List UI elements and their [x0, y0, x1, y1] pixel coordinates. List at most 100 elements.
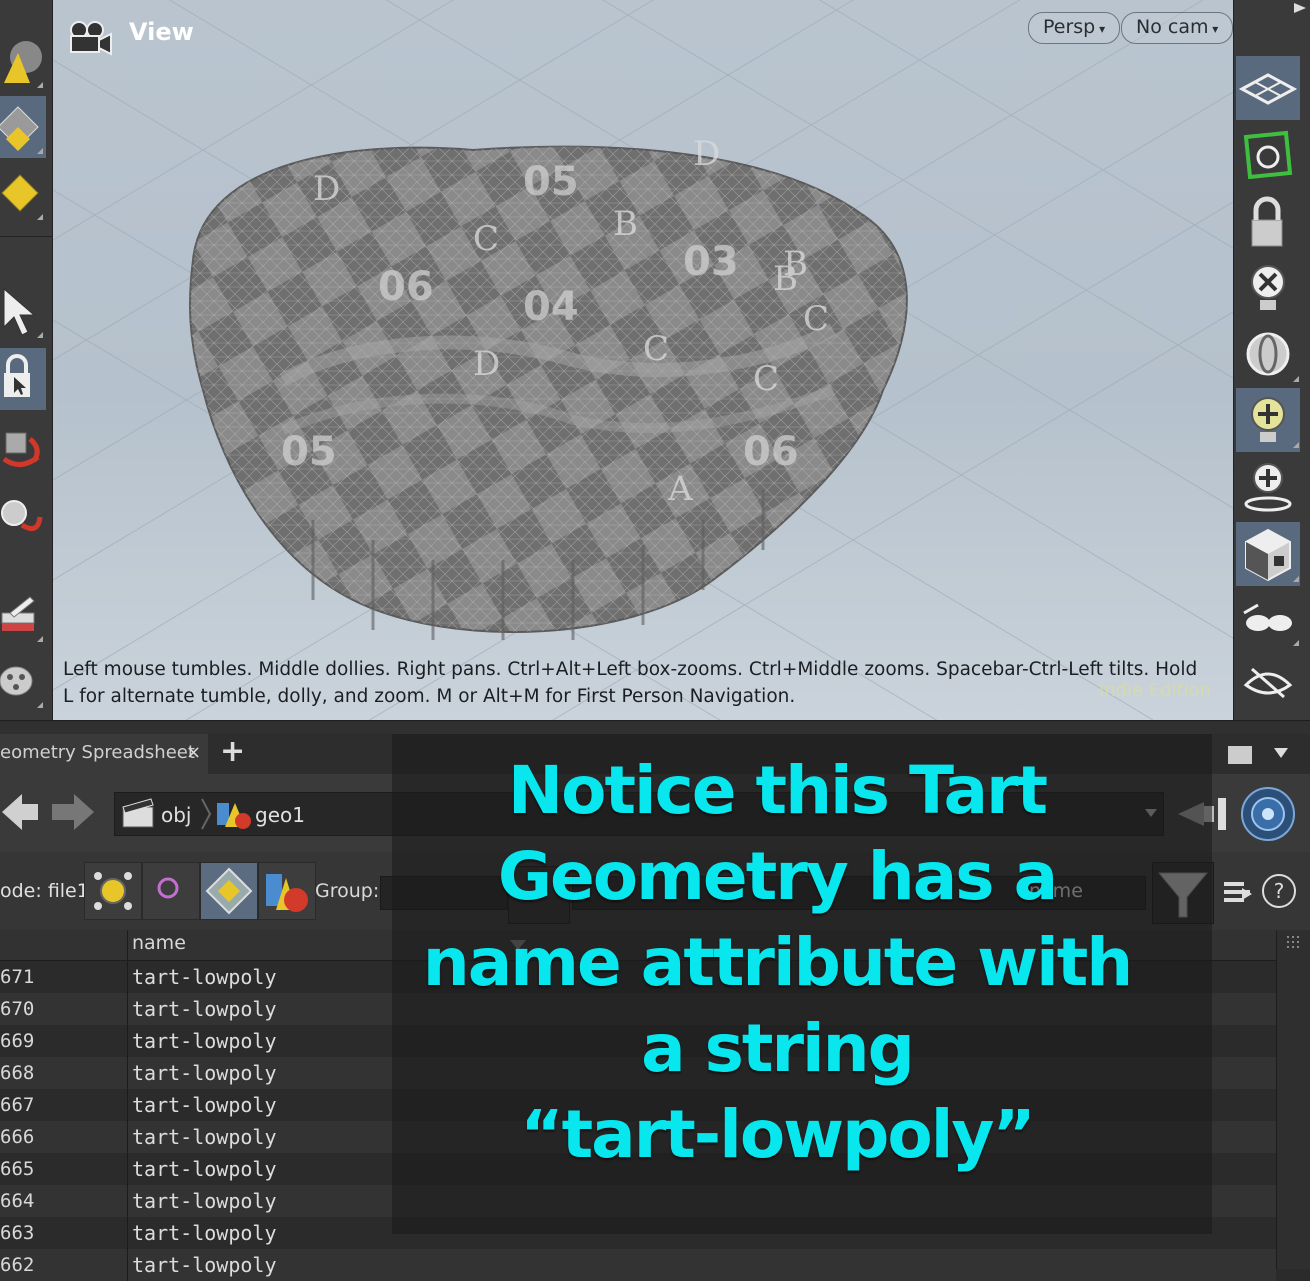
reel-tool-button[interactable]	[0, 650, 46, 712]
row-name-value: tart-lowpoly	[132, 1125, 277, 1149]
path-crumb-geo1[interactable]: geo1	[255, 803, 305, 827]
add-spotlight-button[interactable]	[1236, 454, 1300, 518]
bulb-plus-outline-icon	[1244, 463, 1292, 512]
caption-line: Notice this Tart	[507, 752, 1048, 829]
detail-mode-button[interactable]	[258, 862, 316, 920]
cube-rotate-icon	[2, 432, 40, 467]
bulb-plus-icon	[1251, 397, 1285, 442]
left-toolbar	[0, 0, 53, 720]
edit-tools-button[interactable]	[0, 584, 46, 646]
dropdown-caret-icon: ▾	[1208, 22, 1219, 36]
path-separator-icon	[201, 798, 212, 830]
column-header-name[interactable]: name	[132, 932, 186, 954]
row-index: 665	[0, 1153, 128, 1185]
grip-icon	[1287, 936, 1299, 948]
model-letter: D	[693, 134, 720, 174]
column-options-icon[interactable]	[1222, 878, 1254, 908]
light-off-icon	[1251, 265, 1285, 310]
headlight-button[interactable]	[1236, 322, 1300, 386]
row-name-value: tart-lowpoly	[132, 1029, 277, 1053]
lock-camera-button[interactable]	[1236, 190, 1300, 254]
row-index: 671	[0, 961, 128, 993]
model-letter: B	[613, 204, 638, 244]
points-select-button[interactable]	[0, 96, 46, 158]
viewport-title: View	[129, 18, 194, 46]
table-row[interactable]: 662 tart-lowpoly	[0, 1249, 1276, 1281]
model-number: 03	[683, 239, 739, 285]
display-options-button[interactable]	[1236, 56, 1300, 120]
camera-menu[interactable]: No cam ▾	[1121, 12, 1233, 44]
overlay-caption: Notice this Tart Geometry has a name att…	[392, 748, 1162, 1178]
vertex-ring-icon	[157, 877, 179, 899]
back-arrow-icon[interactable]	[0, 788, 40, 838]
help-icon[interactable]: ?	[1262, 874, 1296, 908]
points-mode-button[interactable]	[84, 862, 142, 920]
padlock-icon	[1251, 196, 1283, 247]
edition-watermark: Indie Edition	[1098, 680, 1211, 701]
dropdown-caret-icon: ▾	[1095, 22, 1106, 36]
row-index: 666	[0, 1121, 128, 1153]
camera-label: No cam	[1136, 16, 1209, 38]
glasses-icon	[1243, 603, 1292, 631]
tart-model: D C B A C D C B D C B 05 06 04 03 05 06	[189, 134, 908, 640]
construction-plane-button[interactable]	[1236, 122, 1300, 186]
projection-menu[interactable]: Persp ▾	[1028, 12, 1121, 44]
collapse-arrow-icon[interactable]	[1292, 0, 1308, 19]
pane-menu-arrow-icon[interactable]	[1272, 746, 1290, 762]
visibility-button[interactable]	[1236, 648, 1300, 712]
transform-button[interactable]	[0, 416, 46, 478]
primitives-mode-button[interactable]	[200, 862, 258, 920]
ghost-lights-button[interactable]	[1236, 256, 1300, 320]
sphere-tool-button[interactable]	[0, 30, 46, 92]
row-index: 664	[0, 1185, 128, 1217]
tab-close-icon[interactable]: ×	[186, 742, 201, 763]
magnifier-icon	[1, 500, 43, 532]
diamond-select-icon	[0, 106, 39, 151]
group-label: Group:	[315, 880, 380, 902]
ground-grid: D C B A C D C B D C B 05 06 04 03 05 06	[53, 0, 1233, 720]
add-light-button[interactable]	[1236, 388, 1300, 452]
yellow-cube-icon	[1, 174, 39, 212]
eye-slash-icon	[1243, 667, 1293, 699]
maximize-pane-icon[interactable]	[1228, 746, 1252, 764]
shading-mode-button[interactable]	[1236, 522, 1300, 586]
model-letter: A	[667, 469, 693, 509]
add-tab-button[interactable]: +	[220, 734, 245, 769]
clapboard-icon	[122, 798, 154, 828]
caption-line: Geometry has a	[497, 838, 1058, 915]
caption-line: “tart-lowpoly”	[520, 1096, 1036, 1173]
row-name-value: tart-lowpoly	[132, 997, 277, 1021]
model-letter: C	[803, 299, 829, 339]
tab-geometry-spreadsheet[interactable]: eometry Spreadsheet ×	[0, 734, 208, 774]
model-number: 05	[523, 159, 579, 205]
scene-viewport[interactable]: D C B A C D C B D C B 05 06 04 03 05 06	[53, 0, 1233, 720]
primitive-select-button[interactable]	[0, 162, 46, 224]
model-letter: C	[753, 359, 779, 399]
points-icon	[94, 872, 132, 910]
projection-label: Persp	[1043, 16, 1096, 38]
vertices-mode-button[interactable]	[142, 862, 200, 920]
forward-arrow-icon[interactable]	[48, 788, 98, 838]
arrow-cursor-icon	[3, 287, 36, 336]
lock-handle-button[interactable]	[0, 348, 46, 410]
pane-divider[interactable]	[0, 720, 1310, 735]
books-icon	[1, 596, 35, 631]
spreadsheet-scrollbar[interactable]	[1276, 930, 1310, 1269]
primitive-diamond-icon	[205, 867, 253, 915]
model-number: 04	[523, 284, 579, 330]
row-name-value: tart-lowpoly	[132, 1093, 277, 1117]
select-arrow-button[interactable]	[0, 280, 46, 342]
caption-line: name attribute with	[422, 924, 1134, 1001]
model-number: 05	[281, 429, 337, 475]
row-index: 663	[0, 1217, 128, 1249]
row-index: 662	[0, 1249, 128, 1281]
row-name-value: tart-lowpoly	[132, 1157, 277, 1181]
magnify-button[interactable]	[0, 488, 46, 550]
stereo-view-button[interactable]	[1236, 586, 1300, 650]
link-target-icon[interactable]	[1238, 786, 1298, 842]
navigation-hint: Left mouse tumbles. Middle dollies. Righ…	[63, 659, 1198, 707]
row-name-value: tart-lowpoly	[132, 1221, 277, 1245]
snap-plane-icon	[1243, 130, 1293, 179]
path-crumb-obj[interactable]: obj	[161, 803, 192, 827]
model-letter: C	[473, 219, 499, 259]
